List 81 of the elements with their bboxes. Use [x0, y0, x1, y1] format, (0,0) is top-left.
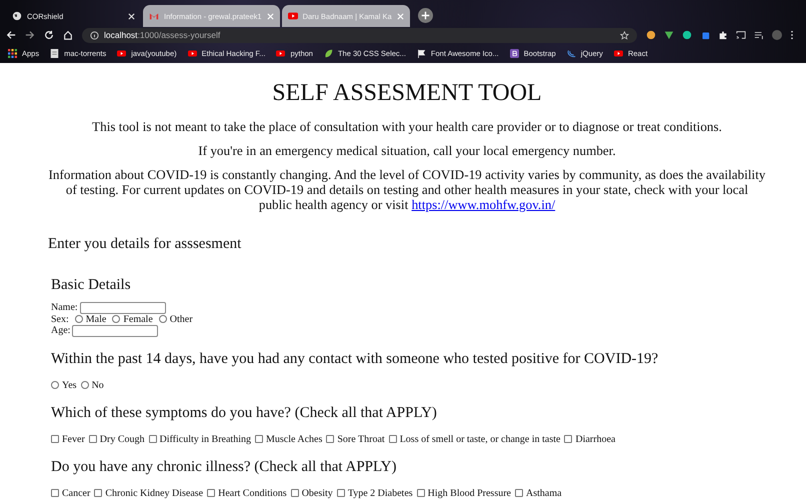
- checkbox[interactable]: [564, 435, 572, 443]
- section-heading: Basic Details: [51, 277, 132, 294]
- page-title: SELF ASSESMENT TOOL: [271, 79, 543, 107]
- option-label: Asthama: [526, 488, 562, 498]
- video-icon: [117, 48, 126, 58]
- option-label: Loss of smell or taste, or change in taste: [400, 434, 560, 444]
- mail-icon: [149, 11, 159, 21]
- option-label: Other: [170, 314, 193, 325]
- address-bar[interactable]: localhost:1000/assess-yourself: [82, 28, 637, 42]
- page-icon: [50, 48, 60, 58]
- radio-button[interactable]: [80, 381, 89, 389]
- radio-button[interactable]: [112, 315, 120, 324]
- checkbox[interactable]: [515, 489, 523, 497]
- name-input[interactable]: [80, 302, 166, 314]
- forward-icon[interactable]: [25, 30, 35, 40]
- option-label: Chronic Kidney Disease: [105, 488, 204, 498]
- option-label: Type 2 Diabetes: [348, 488, 413, 498]
- checkbox[interactable]: [51, 435, 59, 443]
- back-icon[interactable]: [6, 30, 16, 40]
- square-icon: [510, 48, 519, 58]
- option-label: Cancer: [62, 488, 90, 498]
- star-icon[interactable]: [620, 30, 629, 40]
- option-label: High Blood Pressure: [428, 488, 511, 498]
- cast-icon[interactable]: [736, 30, 746, 40]
- option-label: Female: [123, 314, 153, 325]
- option-label: Difficulty in Breathing: [160, 434, 251, 444]
- checkbox[interactable]: [88, 435, 97, 443]
- info-icon: [90, 30, 99, 40]
- question-heading: Which of these symptoms do you have? (Check all that APPLY): [51, 404, 438, 422]
- checkbox[interactable]: [148, 435, 157, 443]
- radio-button[interactable]: [74, 315, 83, 324]
- checkbox[interactable]: [94, 489, 102, 497]
- question-heading: Do you have any chronic illness? (Check all that APPLY): [51, 458, 398, 476]
- option-label: Dry Cough: [100, 434, 145, 444]
- option-label: Fever: [62, 434, 85, 444]
- field-label: Sex:: [51, 314, 69, 325]
- checkbox[interactable]: [51, 489, 59, 497]
- leaf-icon: [324, 48, 333, 58]
- video-icon: [188, 48, 197, 58]
- checkbox[interactable]: [388, 435, 397, 443]
- checkbox[interactable]: [326, 435, 334, 443]
- field-label: Name:: [51, 302, 78, 314]
- website-link[interactable]: https://www.mohfw.gov.in/: [412, 197, 556, 212]
- option-label: No: [92, 380, 104, 390]
- checkbox[interactable]: [290, 489, 299, 497]
- option-label: Heart Conditions: [218, 488, 287, 498]
- age-input[interactable]: [72, 324, 158, 337]
- option-label: Muscle Aches: [266, 434, 322, 444]
- radio-button[interactable]: [158, 315, 167, 324]
- option-label: Diarrhoea: [575, 434, 616, 444]
- option-label: Male: [86, 314, 106, 325]
- video-icon: [276, 48, 286, 58]
- checkbox[interactable]: [336, 489, 345, 497]
- puzzle-icon[interactable]: [718, 30, 728, 40]
- reload-icon[interactable]: [44, 30, 54, 40]
- video-icon: [614, 48, 623, 58]
- extension-icon[interactable]: [646, 30, 656, 40]
- flag-icon: [416, 48, 426, 58]
- option-label: Yes: [62, 380, 77, 390]
- option-label: Sore Throat: [337, 434, 385, 444]
- url-text: localhost:1000/assess-yourself: [104, 30, 222, 40]
- apps-grid-icon: [8, 48, 17, 58]
- new-tab-icon[interactable]: [418, 8, 433, 23]
- form-heading: Enter you details for asssesment: [48, 236, 242, 253]
- field-label: Age:: [51, 325, 70, 336]
- close-icon[interactable]: [128, 12, 135, 20]
- option-label: Obesity: [302, 488, 333, 498]
- info-paragraph: If you're in an emergency medical situation, call your local emergency number.: [197, 143, 617, 158]
- checkbox[interactable]: [254, 435, 263, 443]
- checkbox[interactable]: [207, 489, 216, 497]
- video-icon: [288, 11, 298, 21]
- playlist-icon[interactable]: [754, 30, 764, 40]
- checkbox[interactable]: [416, 489, 425, 497]
- menu-icon[interactable]: [790, 30, 794, 40]
- info-paragraph: This tool is not meant to take the place of consultation with your health care provider or to diagnose or treat conditions.: [91, 119, 723, 134]
- info-paragraph: Information about COVID-19 is constantly changing. And the level of COVID-19 activity varies by community, as does the availability of testing. For current updates on COVID-19 and details on testing and other health measures in your state, check with your local public health agency or visit https://www.mohfw.gov.in/: [48, 167, 766, 212]
- home-icon[interactable]: [63, 30, 73, 40]
- shield-icon[interactable]: [664, 30, 674, 40]
- avatar-icon[interactable]: [772, 30, 782, 40]
- radio-button[interactable]: [51, 381, 59, 389]
- question-heading: Within the past 14 days, have you had any contact with someone who tested positive for COVID-19?: [51, 350, 660, 368]
